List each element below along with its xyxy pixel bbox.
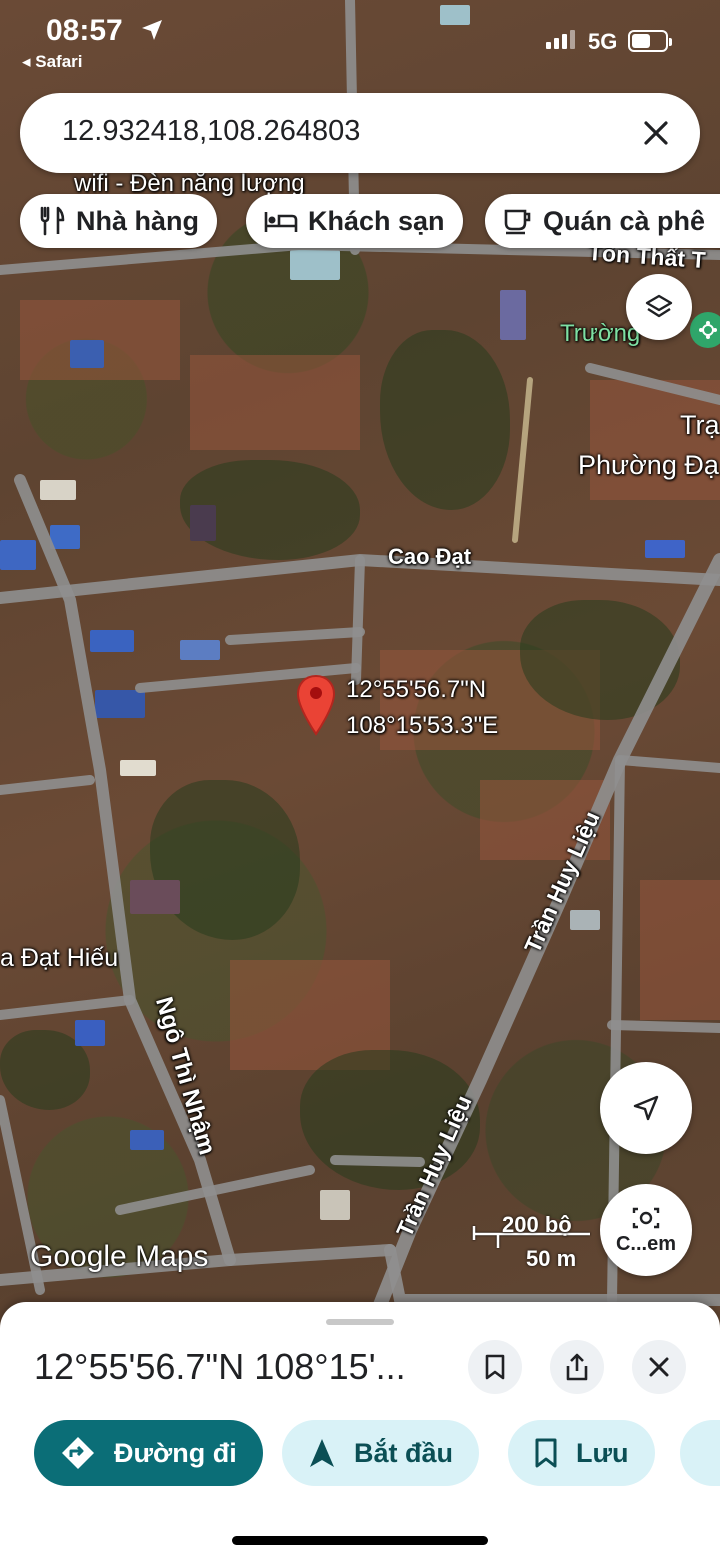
back-to-safari-link[interactable]: ◂ Safari <box>22 52 83 72</box>
school-label[interactable]: Trường <box>560 320 640 348</box>
share-icon <box>566 1353 588 1381</box>
location-services-icon <box>142 20 162 40</box>
bookmark-icon <box>535 1438 557 1468</box>
chip-label: Nhà hàng <box>76 205 200 236</box>
school-icon[interactable] <box>690 312 720 348</box>
road-label-cao-dat: Cao Đạt <box>388 544 472 569</box>
place-bottom-sheet[interactable]: 12°55'56.7"N 108°15'... Đường đi Bắt đầu… <box>0 1302 720 1557</box>
more-actions-button[interactable] <box>680 1420 720 1486</box>
close-sheet-button[interactable] <box>632 1340 686 1394</box>
save-icon-button[interactable] <box>468 1340 522 1394</box>
pin-latitude-label: 12°55'56.7"N <box>346 676 487 703</box>
directions-button[interactable]: Đường đi <box>34 1420 263 1486</box>
place-title: 12°55'56.7"N 108°15'... <box>34 1346 406 1387</box>
map-scale: 200 bộ 50 m <box>470 1212 600 1272</box>
hotel-icon <box>264 212 298 232</box>
start-label: Bắt đầu <box>354 1437 454 1468</box>
restaurant-icon <box>40 206 65 236</box>
save-label: Lưu <box>576 1437 629 1468</box>
chip-restaurants[interactable]: Nhà hàng <box>20 194 218 248</box>
google-maps-logo: Google Maps <box>30 1240 209 1273</box>
my-location-button[interactable] <box>600 1062 692 1154</box>
street-view-button[interactable]: C...em <box>600 1184 692 1276</box>
chip-coffee[interactable]: Quán cà phê <box>485 194 720 248</box>
chip-label: Khách sạn <box>308 205 445 236</box>
bookmark-icon <box>485 1354 505 1380</box>
scale-imperial: 200 bộ <box>502 1212 572 1237</box>
layers-button[interactable] <box>626 274 692 340</box>
status-bar: 08:57 ◂ Safari 5G <box>0 0 720 80</box>
street-view-label: C...em <box>615 1232 677 1255</box>
poi-label-tram[interactable]: Trạ <box>680 410 720 441</box>
battery-icon <box>628 30 672 52</box>
sheet-drag-handle[interactable] <box>326 1319 394 1325</box>
save-button[interactable]: Lưu <box>508 1420 655 1486</box>
cellular-signal-icon <box>546 30 575 49</box>
chip-label: Quán cà phê <box>543 205 706 236</box>
layers-icon <box>645 294 673 318</box>
road-label-dat-hieu: a Đạt Hiếu <box>0 944 119 972</box>
navigation-arrow-outline-icon <box>633 1095 659 1121</box>
scale-metric: 50 m <box>526 1246 577 1271</box>
home-indicator[interactable] <box>232 1536 488 1545</box>
chip-hotels[interactable]: Khách sạn <box>246 194 463 248</box>
start-button[interactable]: Bắt đầu <box>282 1420 480 1486</box>
share-button[interactable] <box>550 1340 604 1394</box>
search-bar[interactable]: 12.932418,108.264803 <box>20 93 700 173</box>
close-icon <box>649 1357 669 1377</box>
directions-label: Đường đi <box>114 1437 237 1468</box>
poi-label-phuong[interactable]: Phường Đạ <box>578 450 719 481</box>
clock: 08:57 <box>46 14 123 47</box>
coffee-icon <box>504 209 531 235</box>
search-input[interactable]: 12.932418,108.264803 <box>62 115 360 148</box>
navigation-arrow-icon <box>310 1439 334 1467</box>
location-pin-icon[interactable] <box>296 674 336 736</box>
camera-icon <box>632 1207 660 1228</box>
clear-search-icon[interactable] <box>634 111 678 155</box>
network-type: 5G <box>588 29 618 54</box>
directions-icon <box>62 1437 94 1469</box>
pin-longitude-label: 108°15'53.3"E <box>346 712 499 739</box>
